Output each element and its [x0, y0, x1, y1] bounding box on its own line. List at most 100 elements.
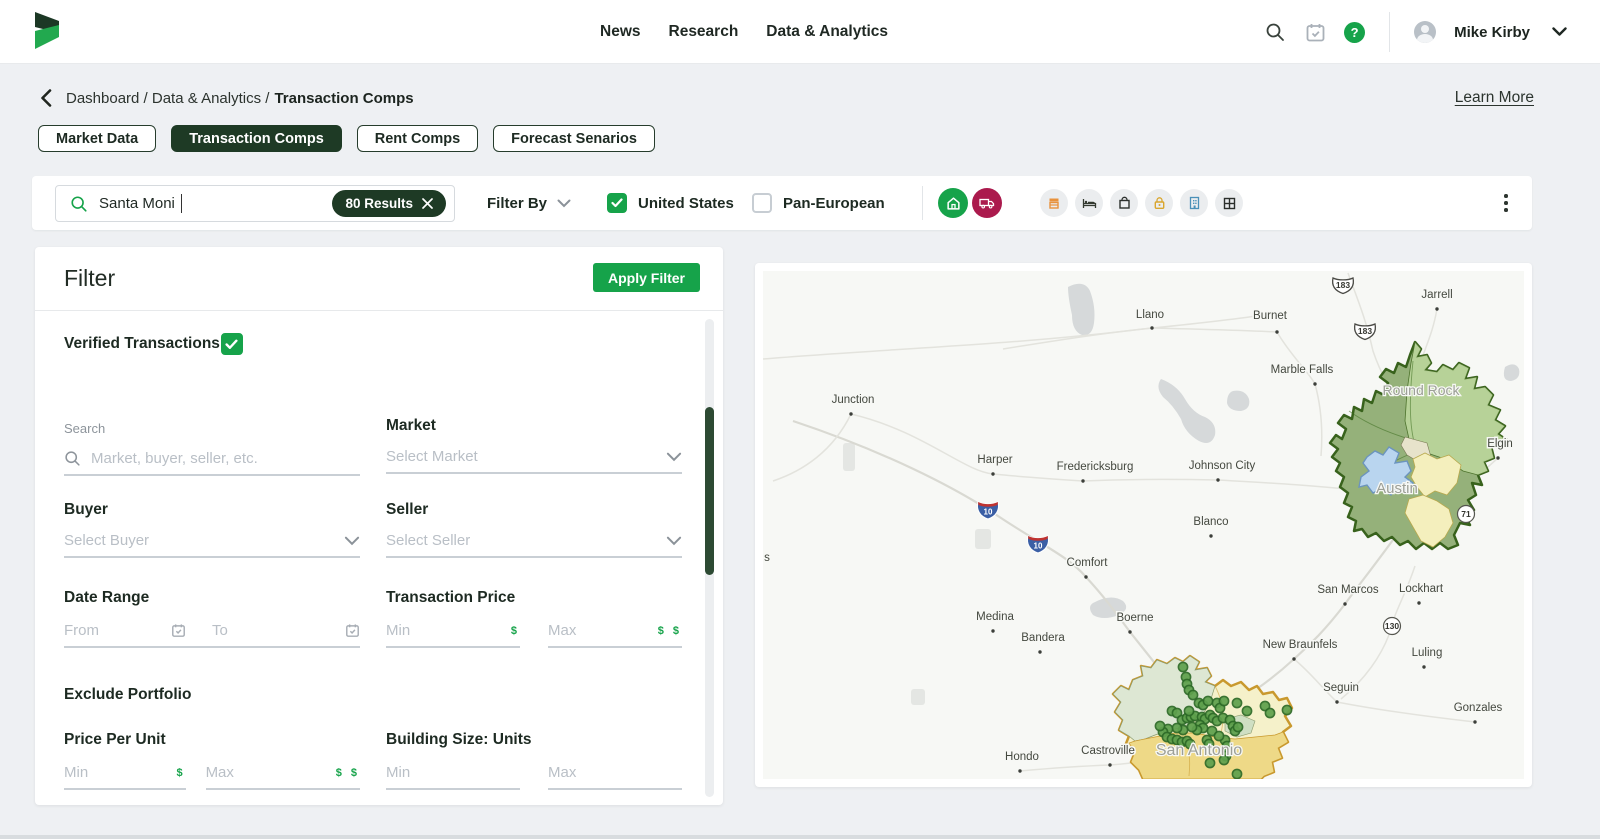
date-range-field[interactable]: Date Range From To [64, 589, 360, 648]
chevron-down-icon [557, 199, 571, 208]
back-icon[interactable] [40, 89, 52, 107]
search-input[interactable]: Santa Moni 80 Results [55, 185, 455, 222]
apply-filter-button[interactable]: Apply Filter [593, 263, 700, 292]
nav-item-news[interactable]: News [600, 23, 641, 41]
verified-transactions-toggle[interactable]: Verified Transactions [64, 333, 243, 355]
units-max-input[interactable]: Max [548, 757, 682, 790]
market-select[interactable]: Market Select Market [386, 417, 682, 474]
office-building-icon[interactable] [1180, 189, 1208, 217]
city-label: Boerne [1116, 612, 1153, 624]
retail-bag-icon[interactable] [1110, 189, 1138, 217]
transaction-dot[interactable] [1203, 696, 1212, 705]
united-states-checkbox[interactable]: United States [607, 193, 734, 213]
units-min-input[interactable]: Min [386, 757, 520, 790]
transaction-dot[interactable] [1155, 721, 1164, 730]
user-menu-chevron-icon[interactable] [1548, 21, 1570, 43]
search-icon [64, 450, 81, 467]
price-max-input[interactable]: Max $ $ [548, 615, 682, 648]
tab-market-data[interactable]: Market Data [38, 125, 156, 152]
calendar-check-icon[interactable] [1304, 21, 1326, 43]
transaction-dot[interactable] [1214, 731, 1223, 740]
filter-search-field[interactable]: Search Market, buyer, seller, etc. [64, 421, 360, 476]
user-avatar[interactable] [1414, 21, 1436, 43]
transaction-dot[interactable] [1282, 705, 1291, 714]
buyer-select[interactable]: Buyer Select Buyer [64, 501, 360, 558]
city-dot [1081, 479, 1084, 482]
transaction-dot[interactable] [1188, 690, 1197, 699]
property-type-primary [938, 188, 1002, 218]
transaction-dot[interactable] [1265, 708, 1274, 717]
ppu-max-input[interactable]: Max $ $ [206, 757, 360, 790]
tab-forecast-senarios[interactable]: Forecast Senarios [493, 125, 655, 152]
multifamily-house-icon[interactable] [938, 188, 968, 218]
search-toolbar: Santa Moni 80 Results Filter By United S… [32, 176, 1532, 230]
price-per-unit-field: Price Per Unit Min $ Max $ $ [64, 731, 360, 790]
results-badge[interactable]: 80 Results [332, 190, 446, 217]
scrollbar-thumb[interactable] [705, 407, 714, 575]
filter-by-dropdown[interactable]: Filter By [487, 195, 571, 212]
verified-checkbox-icon[interactable] [221, 333, 243, 355]
city-dot [1038, 650, 1041, 653]
map-road [1083, 479, 1363, 491]
help-icon[interactable]: ? [1344, 22, 1365, 43]
calendar-icon[interactable] [345, 623, 360, 638]
city-dot [1496, 456, 1499, 459]
lake-shape [1068, 284, 1095, 335]
calendar-icon[interactable] [171, 623, 186, 638]
search-field-label: Search [64, 421, 360, 436]
city-dot [1128, 630, 1131, 633]
user-name[interactable]: Mike Kirby [1454, 24, 1530, 41]
price-min-input[interactable]: Min $ [386, 615, 520, 648]
all-types-grid-icon[interactable] [1215, 189, 1243, 217]
tab-rent-comps[interactable]: Rent Comps [357, 125, 478, 152]
more-options-icon[interactable] [1498, 191, 1514, 215]
city-label: Elgin [1487, 438, 1513, 450]
transaction-dot[interactable] [1205, 758, 1214, 767]
map-land-patch [975, 529, 991, 549]
highway-shield-10: 10 [1027, 536, 1048, 553]
market-placeholder: Select Market [386, 448, 478, 465]
header-divider [1389, 12, 1390, 52]
filter-panel: Filter Apply Filter Verified Transaction… [35, 247, 723, 805]
transaction-dot[interactable] [1187, 722, 1196, 731]
map[interactable]: LlanoBurnetJarrellMarble FallsJunctionHa… [763, 271, 1524, 779]
city-label: Marble Falls [1271, 364, 1334, 376]
pan-european-checkbox[interactable]: Pan-European [752, 193, 885, 213]
exclude-portfolio-label[interactable]: Exclude Portfolio [64, 686, 191, 704]
clear-results-icon[interactable] [422, 198, 433, 209]
search-icon[interactable] [1264, 21, 1286, 43]
city-label: Castroville [1081, 745, 1135, 757]
map-road [773, 414, 851, 481]
self-storage-lock-icon[interactable] [1145, 189, 1173, 217]
hospitality-bed-icon[interactable] [1075, 189, 1103, 217]
nav-item-data-analytics[interactable]: Data & Analytics [766, 23, 888, 41]
united-states-label: United States [638, 195, 734, 212]
transaction-dot[interactable] [1219, 696, 1228, 705]
learn-more-link[interactable]: Learn More [1455, 89, 1534, 107]
dollar-dollar-icon: $ $ [658, 625, 682, 637]
transaction-dot[interactable] [1172, 723, 1181, 732]
transaction-dot[interactable] [1242, 706, 1251, 715]
austin-metro-region[interactable] [1330, 342, 1507, 549]
city-label: San Marcos [1317, 584, 1379, 596]
transaction-dot[interactable] [1178, 662, 1187, 671]
breadcrumb-path[interactable]: Dashboard / Data & Analytics / [66, 90, 269, 107]
transaction-dot[interactable] [1184, 706, 1193, 715]
checkbox-icon[interactable] [752, 193, 772, 213]
city-dot [991, 629, 994, 632]
industrial-truck-icon[interactable] [972, 188, 1002, 218]
dollar-icon: $ [176, 767, 185, 779]
transaction-dot[interactable] [1232, 769, 1241, 778]
metro-label: Austin [1376, 480, 1418, 497]
tab-transaction-comps[interactable]: Transaction Comps [171, 125, 342, 152]
map-card: LlanoBurnetJarrellMarble FallsJunctionHa… [755, 263, 1532, 787]
seller-select[interactable]: Seller Select Seller [386, 501, 682, 558]
transaction-dot[interactable] [1233, 722, 1242, 731]
transaction-dot[interactable] [1232, 698, 1241, 707]
lake-shape [1227, 391, 1249, 411]
brand-logo-icon[interactable] [35, 12, 61, 52]
ppu-min-input[interactable]: Min $ [64, 757, 186, 790]
retail-storefront-icon[interactable] [1040, 189, 1068, 217]
nav-item-research[interactable]: Research [669, 23, 739, 41]
checkbox-icon[interactable] [607, 193, 627, 213]
